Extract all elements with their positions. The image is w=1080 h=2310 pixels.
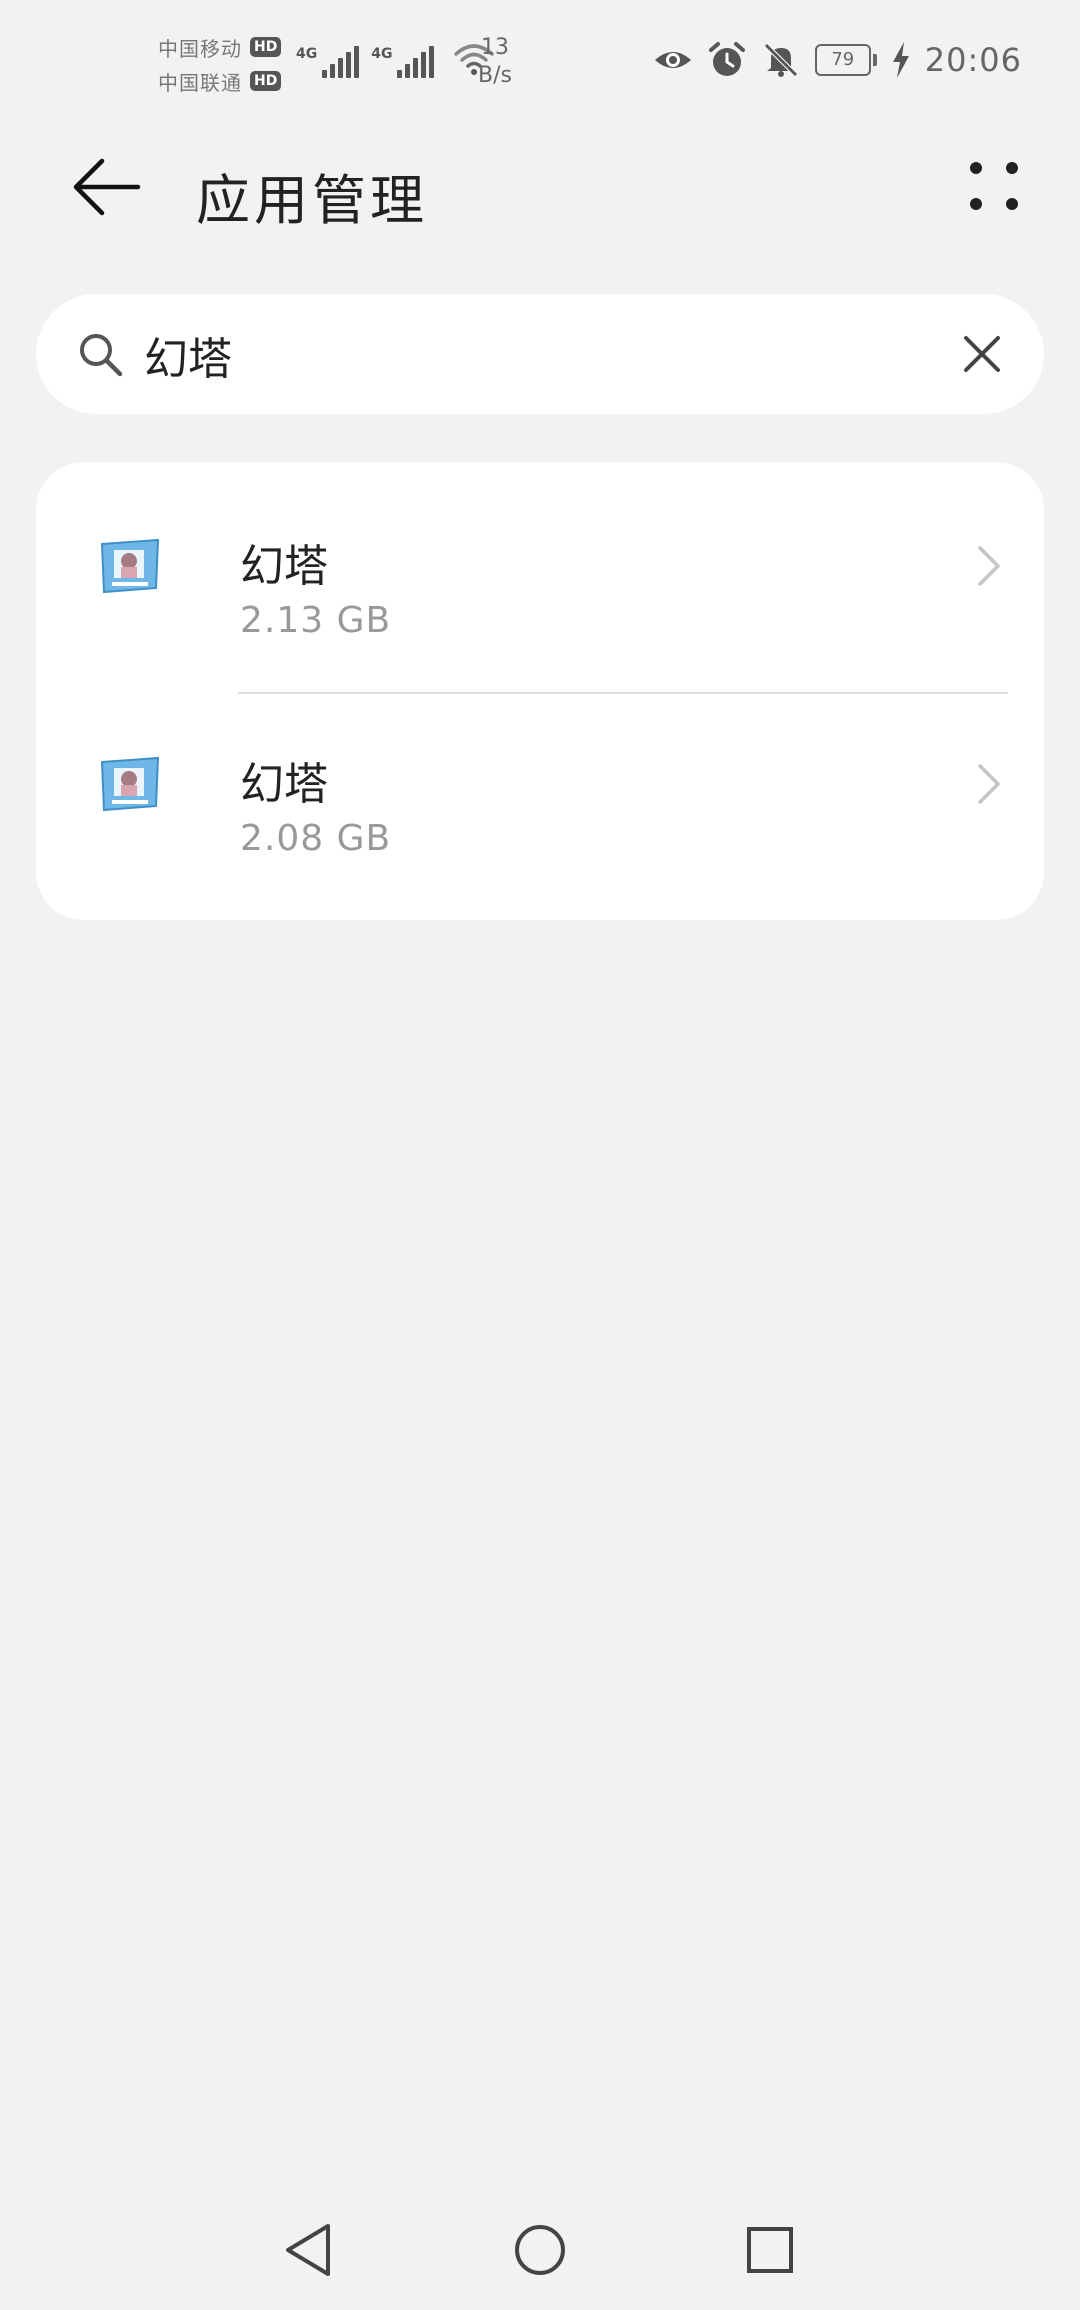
app-size: 2.13 GB [240,600,392,641]
network-type-label: 4G [371,46,393,62]
hd-badge: HD [250,71,282,91]
app-icon [100,756,160,812]
cell-signal-2-icon: 4G [371,46,435,78]
nav-back-icon[interactable] [280,2220,336,2280]
nav-home-icon[interactable] [512,2220,568,2280]
eye-icon [654,52,691,68]
charging-icon [892,42,909,78]
status-bar: 中国移动 HD 中国联通 HD 4G 4G 13 B/s 79 20:06 [0,0,1080,120]
status-icons: 79 20:06 [653,40,1022,80]
app-size: 2.08 GB [240,818,392,859]
page-title: 应用管理 [196,169,428,232]
app-bar: 应用管理 [0,130,1080,240]
cell-signal-1-icon: 4G [296,46,360,78]
carrier-row-2: 中国联通 HD [158,64,282,98]
app-management-screen: 中国移动 HD 中国联通 HD 4G 4G 13 B/s 79 20:06 应用… [0,0,1080,2310]
search-icon [80,334,123,377]
app-name: 幻塔 [240,759,328,810]
app-icon [100,538,160,594]
more-dots-icon[interactable] [964,156,1024,216]
nav-recent-icon[interactable] [742,2220,798,2280]
carrier-name: 中国移动 [158,36,242,61]
app-list: 幻塔 2.13 GB 幻塔 2.08 GB [36,462,1044,920]
hd-badge: HD [250,37,282,57]
alarm-icon [708,42,745,76]
search-input[interactable] [142,318,946,392]
app-name: 幻塔 [240,541,328,592]
carrier-row-1: 中国移动 HD [158,30,282,64]
network-type-label: 4G [296,46,318,62]
signal-indicators: 4G 4G [296,38,496,78]
chevron-right-icon [978,546,1000,586]
network-speed-value: 13 [480,35,509,60]
network-speed-unit: B/s [478,63,512,88]
network-speed: 13 B/s [478,34,512,90]
bell-muted-icon [764,43,798,77]
chevron-right-icon [978,764,1000,804]
clock: 20:06 [924,41,1022,79]
carrier-name: 中国联通 [158,70,242,95]
close-icon[interactable] [956,328,1008,380]
navigation-bar [0,2200,1080,2310]
battery-icon: 79 [814,44,877,76]
list-item[interactable]: 幻塔 2.13 GB [36,466,1044,694]
carrier-info: 中国移动 HD 中国联通 HD [158,30,282,98]
search-bar [36,294,1044,414]
arrow-left-icon[interactable] [68,152,148,222]
list-item[interactable]: 幻塔 2.08 GB [36,684,1044,898]
